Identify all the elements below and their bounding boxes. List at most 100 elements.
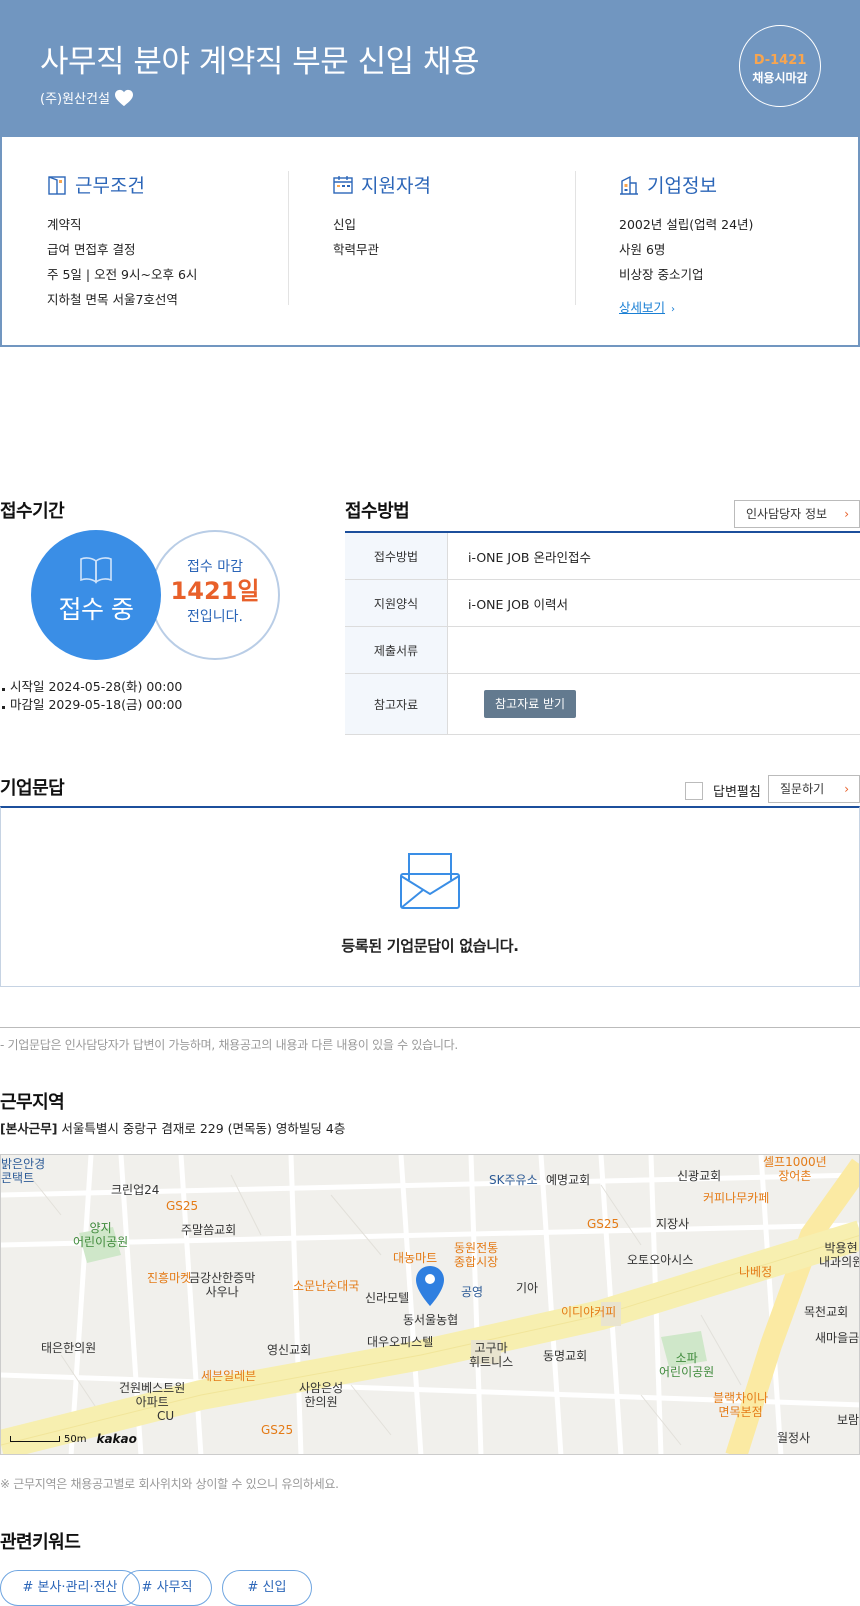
map-poi: 동명교회 xyxy=(543,1349,588,1363)
hr-contact-button[interactable]: 인사담당자 정보 › xyxy=(734,500,860,528)
map-note: ※ 근무지역은 채용공고별로 회사위치와 상이할 수 있으니 유의하세요. xyxy=(0,1477,339,1491)
keyword-tag[interactable]: # 사무직 xyxy=(122,1570,212,1606)
map-poi: 커피나무카페 xyxy=(703,1191,770,1205)
map-poi: 새마을금 xyxy=(815,1331,860,1345)
building-icon xyxy=(620,175,638,195)
chevron-right-icon: › xyxy=(844,782,849,796)
map-poi: 기아 xyxy=(516,1281,539,1295)
qa-note: - 기업문답은 인사담당자가 답변이 가능하며, 채용공고의 내용과 다른 내용… xyxy=(0,1038,458,1052)
map-scale: 50m kakao xyxy=(10,1432,137,1446)
company-founded: 2002년 설립(업력 24년) xyxy=(619,217,754,232)
map-poi: SK주유소 xyxy=(489,1173,538,1187)
keywords-title: 관련키워드 xyxy=(0,1532,81,1553)
map-poi: 목천교회 xyxy=(804,1305,849,1319)
envelope-icon xyxy=(400,853,460,909)
work-location-title: 근무지역 xyxy=(0,1092,65,1113)
company-name[interactable]: (주)원산건설 xyxy=(40,88,110,107)
map-pin-icon[interactable] xyxy=(415,1265,445,1307)
company-type: 비상장 중소기업 xyxy=(619,267,704,282)
map-poi: 대농마트 xyxy=(393,1251,438,1265)
keyword-tag[interactable]: # 본사·관리·전산 xyxy=(0,1570,140,1606)
map-poi: 크린업24 xyxy=(111,1183,160,1197)
keyword-tag[interactable]: # 신입 xyxy=(222,1570,312,1606)
scale-bar xyxy=(10,1436,60,1442)
qualifications-heading: 지원자격 xyxy=(333,171,431,198)
table-row: 접수방법 i-ONE JOB 온라인접수 xyxy=(345,533,860,580)
qa-empty-message: 등록된 기업문답이 없습니다. xyxy=(341,937,519,955)
chevron-right-icon: › xyxy=(844,507,849,521)
company-name-row[interactable]: (주)원산건설 xyxy=(40,88,134,107)
map-poi: 신광교회 xyxy=(677,1169,722,1183)
map-poi: 박용현 내과의원 xyxy=(819,1241,860,1269)
ask-question-button[interactable]: 질문하기 › xyxy=(768,775,860,803)
job-header: 사무직 분야 계약직 부문 신입 채용 (주)원산건설 D-1421 채용시마감 xyxy=(0,0,860,137)
map-poi: 블랙차이나 면목본점 xyxy=(713,1391,769,1419)
map-poi: 소파 어린이공원 xyxy=(659,1351,715,1379)
reference-download-button[interactable]: 참고자료 받기 xyxy=(484,690,577,718)
work-type: 계약직 xyxy=(47,217,82,232)
company-info-heading: 기업정보 xyxy=(619,171,753,198)
map-poi: 진흥마켓 xyxy=(147,1271,192,1285)
reception-status: 접수 중 xyxy=(58,595,134,624)
map-poi: 양지 어린이공원 xyxy=(73,1221,129,1249)
map-poi: GS25 xyxy=(261,1423,294,1437)
map-poi: 대우오피스텔 xyxy=(367,1335,434,1349)
map-poi: 셀프1000년 장어촌 xyxy=(763,1155,827,1183)
reception-dates: 시작일 2024-05-28(화) 00:00 마감일 2029-05-18(금… xyxy=(0,678,182,714)
work-subway: 지하철 면목 서울7호선역 xyxy=(47,292,178,307)
map-poi: 신라모텔 xyxy=(365,1291,410,1305)
map-poi: GS25 xyxy=(587,1217,620,1231)
map-poi: 동원전통 종합시장 xyxy=(454,1241,499,1269)
map-poi: 이디야커피 xyxy=(561,1305,617,1319)
qualifications: 지원자격 신입 학력무관 xyxy=(333,171,431,262)
deadline-circle: 접수 마감 1421일 전입니다. xyxy=(150,530,280,660)
map-brand: kakao xyxy=(96,1432,137,1446)
table-row: 제출서류 xyxy=(345,627,860,674)
reception-status-circle: 접수 중 xyxy=(31,530,161,660)
reception-period-title: 접수기간 xyxy=(0,501,65,522)
company-employees: 사원 6명 xyxy=(619,242,666,257)
qual-career: 신입 xyxy=(333,217,357,232)
map-poi: 오토오아시스 xyxy=(627,1253,694,1267)
map-poi: 세븐일레븐 xyxy=(201,1369,257,1383)
map-poi: 밝은안경 콘택트 xyxy=(1,1157,46,1185)
divider xyxy=(288,171,289,305)
checkbox[interactable] xyxy=(685,781,703,800)
reception-method-table: 접수방법 i-ONE JOB 온라인접수 지원양식 i-ONE JOB 이력서 … xyxy=(345,531,860,735)
expand-answers-toggle[interactable]: 답변펼침 xyxy=(685,781,761,800)
divider xyxy=(0,1027,860,1028)
table-row: 지원양식 i-ONE JOB 이력서 xyxy=(345,580,860,627)
work-hours: 주 5일 | 오전 9시~오후 6시 xyxy=(47,267,198,282)
company-info: 기업정보 2002년 설립(업력 24년) 사원 6명 비상장 중소기업 상세보… xyxy=(619,171,753,316)
map-poi: 지장사 xyxy=(656,1217,690,1231)
open-book-icon xyxy=(80,557,112,584)
map-poi: CU xyxy=(157,1409,175,1423)
qual-education: 학력무관 xyxy=(333,242,380,257)
map-poi: 태은한의원 xyxy=(41,1341,97,1355)
map-poi: 월정사 xyxy=(777,1431,811,1445)
map-poi: 건원베스트원 아파트 xyxy=(119,1381,186,1409)
company-qa-title: 기업문답 xyxy=(0,778,65,799)
map-poi: 나베정 xyxy=(739,1265,773,1279)
map-poi: 주말씀교회 xyxy=(181,1223,237,1237)
map-poi: 고구마 휘트니스 xyxy=(469,1341,514,1369)
work-salary: 급여 면접후 결정 xyxy=(47,242,136,257)
map-poi: 보람 xyxy=(837,1413,860,1427)
divider xyxy=(575,171,576,305)
map-poi: 예명교회 xyxy=(546,1173,591,1187)
end-date: 마감일 2029-05-18(금) 00:00 xyxy=(0,696,182,714)
map-poi: GS25 xyxy=(166,1199,199,1213)
job-title: 사무직 분야 계약직 부문 신입 채용 xyxy=(40,44,480,80)
deadline-days: 1421일 xyxy=(170,577,260,605)
dday-count: D-1421 xyxy=(753,53,807,68)
heart-icon[interactable] xyxy=(114,89,134,107)
map-poi: 영신교회 xyxy=(267,1343,312,1357)
map-poi: 사암은성 한의원 xyxy=(299,1381,344,1409)
map-poi: 소문난순대국 xyxy=(293,1279,360,1293)
job-summary-panel: 근무조건 계약직 급여 면접후 결정 주 5일 | 오전 9시~오후 6시 지하… xyxy=(0,137,860,347)
chevron-right-icon: › xyxy=(671,304,676,315)
company-detail-link[interactable]: 상세보기 › xyxy=(619,297,675,316)
door-icon xyxy=(48,175,66,195)
dday-badge: D-1421 채용시마감 xyxy=(739,25,821,107)
qa-empty-box: 등록된 기업문답이 없습니다. xyxy=(0,806,860,987)
